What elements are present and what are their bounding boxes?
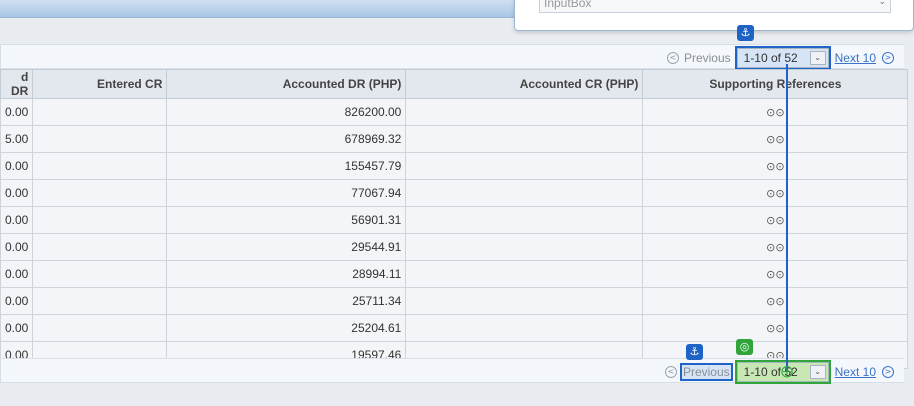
column-header-entered-dr[interactable]: d DR [0,69,34,99]
previous-link[interactable]: Previous [679,363,733,381]
entered-cr-cell [32,287,168,315]
accounted-dr-cell: 29544.91 [166,233,407,261]
glasses-icon[interactable]: ⊙⊙ [766,160,784,173]
supporting-references-cell: ⊙⊙ [642,152,909,180]
target-icon: ◎ [736,339,753,355]
anchor-icon: ⚓ [737,25,754,41]
table-row: 0.00 56901.31 ⊙⊙ [0,206,909,234]
supporting-references-cell: ⊙⊙ [642,98,909,126]
glasses-icon[interactable]: ⊙⊙ [766,241,784,254]
bottom-pagination-bar: < Previous 1-10 of 52 ⌄ Next 10 > [0,358,904,384]
next-link[interactable]: Next 10 [835,51,876,65]
accounted-cr-cell [405,179,644,207]
column-header-accounted-cr[interactable]: Accounted CR (PHP) [405,69,644,99]
supporting-references-cell: ⊙⊙ [642,125,909,153]
column-header-entered-cr[interactable]: Entered CR [32,69,168,99]
inputbox-label: InputBox [544,0,592,10]
table-row: 0.00 25711.34 ⊙⊙ [0,287,909,315]
anchor-icon: ⚓ [686,344,703,360]
entered-dr-cell: 0.00 [0,152,34,180]
glasses-icon[interactable]: ⊙⊙ [766,322,784,335]
supporting-references-cell: ⊙⊙ [642,206,909,234]
glasses-icon[interactable]: ⊙⊙ [766,106,784,119]
entered-cr-cell [32,152,168,180]
entered-dr-cell: 0.00 [0,287,34,315]
pagination-top: < Previous 1-10 of 52 ⌄ Next 10 > [666,46,894,70]
connector-line [786,64,788,372]
glasses-icon[interactable]: ⊙⊙ [766,268,784,281]
column-header-supporting-references: Supporting References [642,69,909,99]
inputbox-popup: InputBox ⌄ [514,0,914,31]
table-row: 0.00 25204.61 ⊙⊙ [0,314,909,342]
table-row: 5.00 678969.32 ⊙⊙ [0,125,909,153]
previous-arrow-icon[interactable]: < [664,366,677,378]
chevron-down-icon[interactable]: ⌄ [809,365,826,379]
table-row: 0.00 28994.11 ⊙⊙ [0,260,909,288]
accounted-dr-cell: 77067.94 [166,179,407,207]
accounted-dr-cell: 826200.00 [166,98,407,126]
glasses-icon[interactable]: ⊙⊙ [766,214,784,227]
table-row: 0.00 77067.94 ⊙⊙ [0,179,909,207]
inputbox-field[interactable]: InputBox ⌄ [539,0,891,13]
entered-dr-cell: 5.00 [0,125,34,153]
accounted-cr-cell [405,152,644,180]
accounted-cr-cell [405,314,644,342]
glasses-icon[interactable]: ⊙⊙ [766,187,784,200]
entered-cr-cell [32,260,168,288]
pagination-bottom: < Previous 1-10 of 52 ⌄ Next 10 > [664,360,894,384]
range-select[interactable]: 1-10 of 52 ⌄ [734,46,831,70]
accounted-dr-cell: 155457.79 [166,152,407,180]
chevron-down-icon[interactable]: ⌄ [809,51,826,65]
accounted-cr-cell [405,125,644,153]
accounted-cr-cell [405,98,644,126]
column-header-accounted-dr[interactable]: Accounted DR (PHP) [166,69,407,99]
accounted-dr-cell: 25711.34 [166,287,407,315]
next-arrow-icon[interactable]: > [882,52,894,64]
accounted-cr-cell [405,260,644,288]
entered-cr-cell [32,206,168,234]
supporting-references-cell: ⊙⊙ [642,287,909,315]
entered-cr-cell [32,98,168,126]
accounted-cr-cell [405,287,644,315]
accounted-cr-cell [405,233,644,261]
entered-cr-cell [32,125,168,153]
chevron-down-icon[interactable]: ⌄ [878,0,886,7]
crosshair-icon: ⨁ [781,364,793,378]
top-pagination-bar: < Previous 1-10 of 52 ⌄ Next 10 > [0,44,904,70]
previous-link[interactable]: Previous [684,51,731,65]
results-table: d DR Entered CR Accounted DR (PHP) Accou… [0,69,909,369]
next-arrow-icon[interactable]: > [882,366,894,378]
supporting-references-cell: ⊙⊙ [642,314,909,342]
glasses-icon[interactable]: ⊙⊙ [766,295,784,308]
glasses-icon[interactable]: ⊙⊙ [766,133,784,146]
accounted-dr-cell: 28994.11 [166,260,407,288]
table-row: 0.00 155457.79 ⊙⊙ [0,152,909,180]
supporting-references-cell: ⊙⊙ [642,179,909,207]
entered-cr-cell [32,314,168,342]
entered-dr-cell: 0.00 [0,98,34,126]
supporting-references-cell: ⊙⊙ [642,233,909,261]
table-header-row: d DR Entered CR Accounted DR (PHP) Accou… [0,69,909,99]
table-row: 0.00 826200.00 ⊙⊙ [0,98,909,126]
range-select-value: 1-10 of 52 [743,51,798,65]
entered-cr-cell [32,233,168,261]
entered-dr-cell: 0.00 [0,314,34,342]
entered-dr-cell: 0.00 [0,233,34,261]
entered-dr-cell: 0.00 [0,179,34,207]
accounted-dr-cell: 56901.31 [166,206,407,234]
accounted-cr-cell [405,206,644,234]
accounted-dr-cell: 25204.61 [166,314,407,342]
entered-dr-cell: 0.00 [0,260,34,288]
entered-cr-cell [32,179,168,207]
supporting-references-cell: ⊙⊙ [642,260,909,288]
previous-arrow-icon[interactable]: < [666,52,679,64]
accounted-dr-cell: 678969.32 [166,125,407,153]
table-row: 0.00 29544.91 ⊙⊙ [0,233,909,261]
entered-dr-cell: 0.00 [0,206,34,234]
next-link[interactable]: Next 10 [835,365,876,379]
